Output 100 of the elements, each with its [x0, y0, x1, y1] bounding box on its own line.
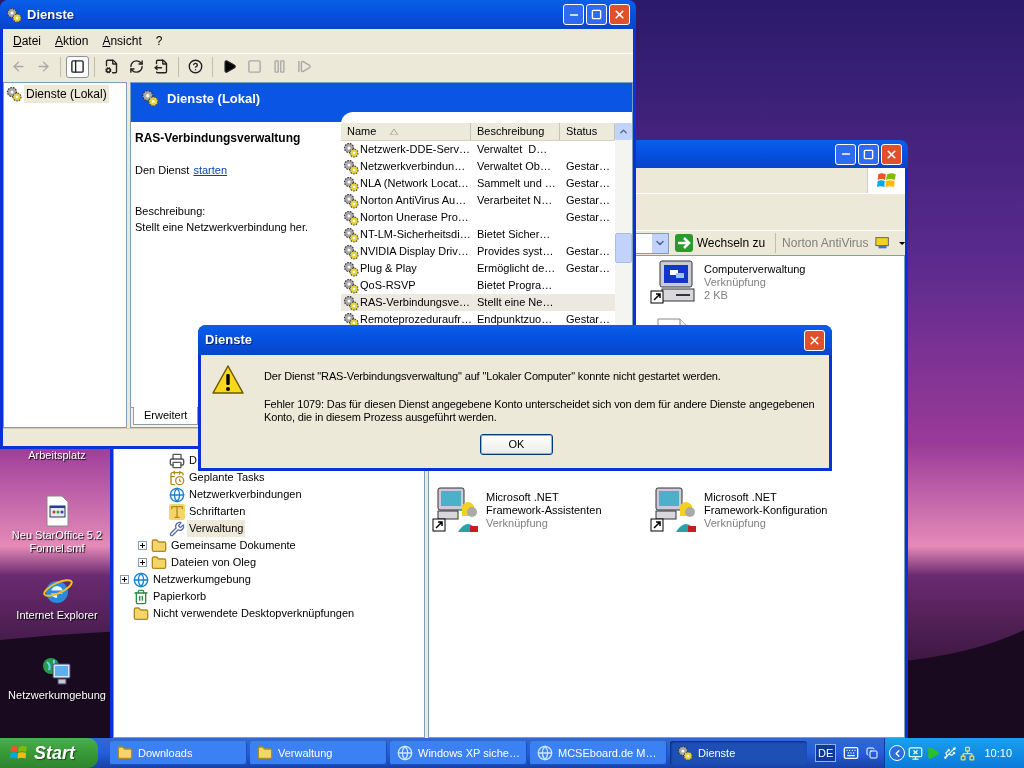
tree-item[interactable]: Netzwerkverbindungen	[187, 486, 304, 503]
file-name[interactable]: Microsoft .NET Framework-Assistenten	[486, 491, 614, 517]
menu-item[interactable]: ?	[148, 32, 170, 50]
play-icon	[222, 59, 237, 74]
taskbar-button[interactable]: Dienste	[670, 741, 807, 765]
toolbar-app-icon[interactable]	[874, 235, 889, 251]
start-button[interactable]: Start	[0, 738, 98, 768]
network-error-icon[interactable]	[908, 745, 923, 761]
menu-item[interactable]: Ansicht	[95, 32, 149, 50]
table-row[interactable]: RAS-Verbindungsve… Stellt eine Ne…	[341, 294, 615, 311]
table-row[interactable]: NVIDIA Display Driv… Provides syst… Gestar…	[341, 243, 615, 260]
table-cell-text: NVIDIA Display Driv…	[360, 244, 469, 260]
maximize-button[interactable]	[586, 4, 607, 25]
table-row[interactable]: NLA (Network Locat… Sammelt und … Gestar…	[341, 175, 615, 192]
error-detail: Fehler 1079: Das für diesen Dienst angegebene Konto unterscheidet sich von dem für andere Dienste angegebenen Konto, die in diesem Prozess ausgeführt werden.	[264, 397, 816, 424]
language-indicator[interactable]: DE	[815, 743, 837, 763]
minimize-button[interactable]	[835, 143, 856, 165]
close-button[interactable]	[804, 329, 825, 351]
table-cell-text: NLA (Network Locat…	[360, 176, 469, 192]
table-cell: Provides syst…	[477, 245, 554, 258]
desktop-icon-label[interactable]: Internet Explorer	[16, 609, 98, 622]
computer-icon	[650, 258, 698, 306]
tree-toggle-button[interactable]	[66, 55, 89, 78]
document-gear-icon	[104, 59, 119, 74]
window-title: Dienste	[27, 5, 74, 24]
table-cell: Gestar…	[566, 160, 610, 173]
column-header[interactable]: Name	[341, 123, 471, 140]
close-icon	[885, 147, 898, 161]
scroll-up-button[interactable]	[615, 123, 632, 140]
table-cell: Bietet Progra…	[477, 279, 553, 292]
table-row[interactable]: QoS-RSVP Bietet Progra…	[341, 277, 615, 294]
table-row[interactable]: Norton AntiVirus Au… Verarbeitet N… Gestar…	[341, 192, 615, 209]
arrow-right-icon	[36, 59, 51, 74]
chevron-up-icon	[618, 126, 629, 137]
dropdown-button[interactable]	[651, 233, 668, 253]
tree-item[interactable]: Netzwerkumgebung	[151, 571, 253, 588]
tree-item[interactable]: Schriftarten	[187, 503, 248, 520]
table-row[interactable]: Plug & Play Ermöglicht de… Gestar…	[341, 260, 615, 277]
start-link[interactable]: starten	[193, 162, 228, 179]
maximize-button[interactable]	[858, 143, 879, 165]
gears-icon	[141, 89, 159, 107]
table-cell-text: QoS-RSVP	[360, 278, 416, 294]
close-button[interactable]	[881, 143, 902, 165]
table-cell-text: Plug & Play	[360, 261, 417, 277]
taskbar-button[interactable]: MCSEboard.de M…	[530, 741, 667, 765]
folder-icon	[151, 554, 167, 571]
tree-item[interactable]: Verwaltung	[187, 520, 246, 537]
show-hidden-icons-button[interactable]	[889, 745, 905, 761]
refresh-icon	[129, 59, 144, 74]
arrow-right-icon	[674, 234, 693, 252]
action-text: Den Dienst	[135, 163, 190, 178]
minimize-button[interactable]	[563, 4, 584, 25]
column-header[interactable]: Beschreibung	[471, 123, 560, 140]
caret-icon[interactable]	[898, 239, 905, 247]
file-type: Verknüpfung	[704, 517, 767, 530]
taskbar-button[interactable]: Downloads	[110, 741, 247, 765]
file-type: Verknüpfung	[486, 517, 549, 530]
gears-icon	[6, 6, 22, 23]
calendar-icon	[169, 469, 185, 486]
tab[interactable]: Erweitert	[133, 407, 199, 425]
go-button[interactable]: Wechseln zu	[674, 232, 770, 254]
close-button[interactable]	[609, 4, 630, 25]
table-cell: Bietet Sicher…	[477, 228, 551, 241]
table-row[interactable]: NT-LM-Sicherheitsdi… Bietet Sicher…	[341, 226, 615, 243]
file-type: Verknüpfung	[704, 276, 767, 289]
table-row[interactable]: Norton Unerase Pro… Gestar…	[341, 209, 615, 226]
taskbar-button[interactable]: Verwaltung	[250, 741, 387, 765]
scroll-thumb[interactable]	[615, 233, 632, 263]
usb-icon[interactable]	[943, 746, 957, 760]
tree-item[interactable]: Papierkorb	[151, 588, 209, 605]
restore-icon[interactable]	[866, 747, 879, 759]
network-icon[interactable]	[960, 745, 975, 761]
table-cell-text: Norton AntiVirus Au…	[360, 193, 467, 209]
tree-item[interactable]: Dienste (Lokal)	[24, 85, 109, 103]
keyboard-icon[interactable]	[842, 745, 861, 761]
tree-item[interactable]: D	[187, 452, 199, 469]
panel-icon	[70, 59, 85, 74]
tree-item[interactable]: Nicht verwendete Desktopverknüpfungen	[151, 605, 357, 622]
tree-item[interactable]: Gemeinsame Dokumente	[169, 537, 298, 554]
menu-item[interactable]: Aktion	[48, 32, 96, 50]
desktop-icon-label[interactable]: Netzwerkumgebung	[8, 689, 106, 702]
expand-button[interactable]	[138, 558, 147, 567]
close-icon	[808, 333, 821, 347]
folder-icon	[257, 745, 273, 761]
table-row[interactable]: Netzwerk-DDE-Serv… Verwaltet D…	[341, 141, 615, 158]
expand-button[interactable]	[138, 541, 147, 550]
file-name[interactable]: Microsoft .NET Framework-Konfiguration	[704, 491, 832, 517]
menu-item[interactable]: Datei	[6, 32, 49, 50]
recycle-bin-icon	[133, 588, 149, 605]
taskbar-button[interactable]: Windows XP siche…	[390, 741, 527, 765]
tree-item[interactable]: Dateien von Oleg	[169, 554, 258, 571]
expand-button[interactable]	[120, 575, 129, 584]
table-row[interactable]: Netzwerkverbindun… Verwaltet Ob… Gestar…	[341, 158, 615, 175]
desktop-icon-label[interactable]: Arbeitsplatz	[28, 449, 86, 462]
tree-item[interactable]: Geplante Tasks	[187, 469, 267, 486]
file-name[interactable]: Computerverwaltung	[704, 263, 806, 276]
browser-icon	[537, 745, 553, 761]
ok-button[interactable]: OK	[480, 434, 553, 455]
folder-icon	[133, 605, 149, 622]
arrow-left-icon	[11, 59, 26, 74]
